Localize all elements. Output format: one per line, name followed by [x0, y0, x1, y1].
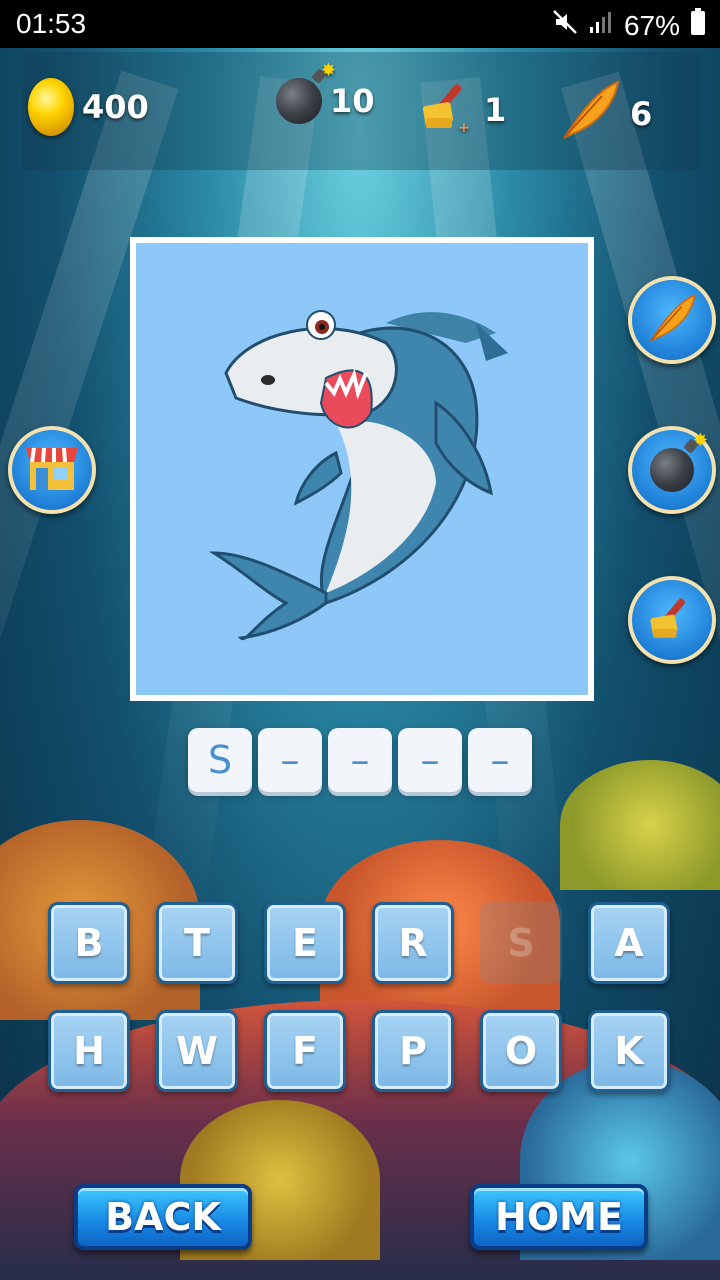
mute-icon [552, 9, 578, 42]
status-icons: 67% [552, 8, 706, 43]
coins-value: 400 [82, 88, 149, 126]
answer-slot-2[interactable]: – [258, 728, 322, 792]
shark-illustration [208, 310, 508, 641]
status-bar: 01:53 67% [0, 0, 720, 48]
feather-counter: 6 [558, 78, 652, 150]
feather-icon [558, 78, 622, 150]
back-button[interactable]: BACK [74, 1184, 252, 1250]
answer-slot-3[interactable]: – [328, 728, 392, 792]
letter-key-e[interactable]: E [264, 902, 346, 984]
coral [560, 760, 720, 890]
letter-key-s-used: S [480, 902, 562, 984]
brush-counter: + 1 [418, 78, 506, 142]
letter-key-a[interactable]: A [588, 902, 670, 984]
svg-text:+: + [458, 120, 470, 134]
shop-icon [24, 442, 80, 498]
letter-key-t[interactable]: T [156, 902, 238, 984]
shop-button[interactable] [8, 426, 96, 514]
paint-brush-icon [646, 592, 698, 648]
feather-hint-button[interactable] [628, 276, 716, 364]
paint-brush-icon: + [418, 78, 476, 142]
home-button[interactable]: HOME [470, 1184, 648, 1250]
feather-value: 6 [630, 95, 653, 133]
bomb-icon: ✸ [276, 60, 336, 124]
letter-key-w[interactable]: W [156, 1010, 238, 1092]
battery-icon [690, 8, 706, 43]
answer-slot-5[interactable]: – [468, 728, 532, 792]
status-time: 01:53 [16, 8, 87, 39]
letter-key-r[interactable]: R [372, 902, 454, 984]
answer-slot-1[interactable]: S [188, 728, 252, 792]
signal-icon [588, 9, 614, 42]
brush-hint-button[interactable] [628, 576, 716, 664]
letter-key-p[interactable]: P [372, 1010, 454, 1092]
bombs-value: 10 [330, 82, 375, 120]
feather-icon [646, 292, 698, 348]
coin-icon [28, 78, 74, 136]
letter-key-h[interactable]: H [48, 1010, 130, 1092]
bomb-hint-button[interactable]: ✸ [628, 426, 716, 514]
letter-key-b[interactable]: B [48, 902, 130, 984]
letter-key-o[interactable]: O [480, 1010, 562, 1092]
puzzle-image [130, 237, 594, 701]
coins-counter: 400 [28, 78, 149, 136]
letter-key-k[interactable]: K [588, 1010, 670, 1092]
battery-level: 67% [623, 9, 680, 41]
brush-value: 1 [484, 91, 507, 129]
letter-key-f[interactable]: F [264, 1010, 346, 1092]
bombs-counter: ✸ 10 [276, 60, 375, 124]
bomb-icon: ✸ [650, 430, 708, 492]
answer-slot-4[interactable]: – [398, 728, 462, 792]
